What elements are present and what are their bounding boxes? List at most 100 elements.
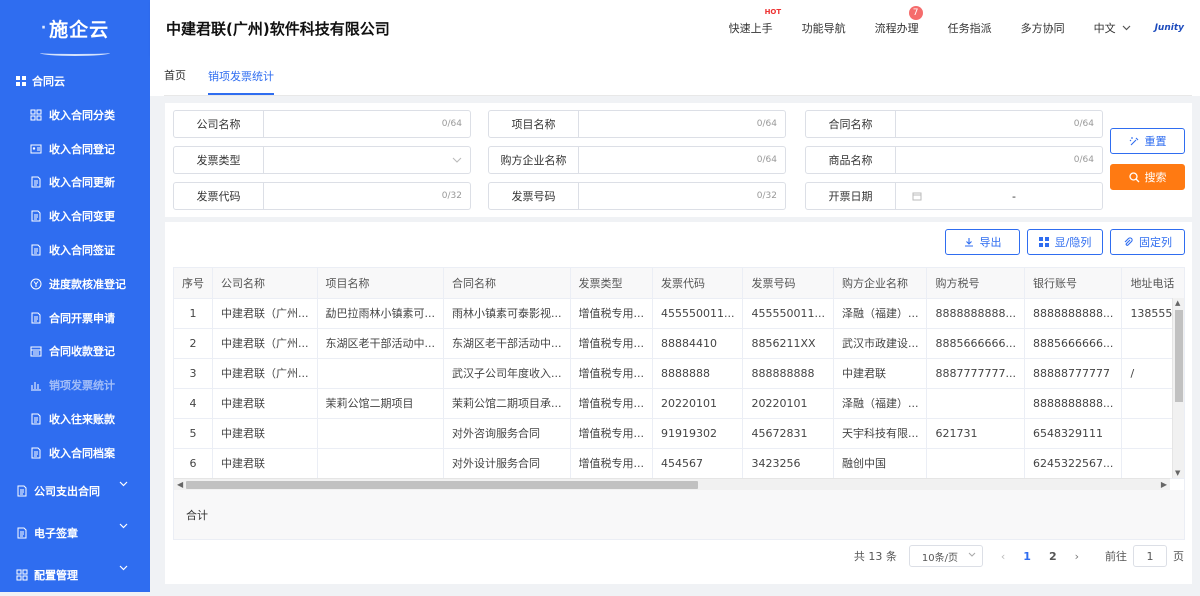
sidebar-item-label: 收入合同登记 xyxy=(49,142,115,156)
nav-process[interactable]: 流程办理 7 xyxy=(875,6,923,36)
char-counter: 0/64 xyxy=(756,119,777,129)
fix-columns-button[interactable]: 固定列 xyxy=(1110,229,1185,255)
toggle-columns-button[interactable]: 显/隐列 xyxy=(1027,229,1103,255)
page-size-select[interactable]: 10条/页 xyxy=(908,545,983,567)
sidebar-item-label: 合同开票申请 xyxy=(49,311,115,325)
column-header[interactable]: 地址电话 xyxy=(1121,268,1184,299)
search-field-2[interactable]: 合同名称 0/64 xyxy=(805,110,1103,138)
sidebar-item-0[interactable]: 收入合同分类 xyxy=(0,98,150,132)
sidebar-item-2[interactable]: 收入合同更新 xyxy=(0,166,150,200)
table-cell: 东湖区老干部活动中... xyxy=(317,328,444,359)
search-button[interactable]: 搜索 xyxy=(1110,164,1185,190)
column-header[interactable]: 发票号码 xyxy=(742,268,834,299)
goto-page-input[interactable]: 1 xyxy=(1133,545,1167,567)
search-field-4[interactable]: 购方企业名称 0/64 xyxy=(488,146,786,174)
search-field-6[interactable]: 发票代码 0/32 xyxy=(173,182,471,210)
column-header[interactable]: 合同名称 xyxy=(443,268,571,299)
hot-tag: HOT xyxy=(764,8,782,16)
horizontal-scrollbar[interactable]: ◀ ▶ xyxy=(174,478,1170,490)
table-cell: 8856211XX xyxy=(742,328,834,359)
table-cell xyxy=(926,448,1025,479)
search-field-7[interactable]: 发票号码 0/32 xyxy=(488,182,786,210)
grid-icon xyxy=(16,76,26,86)
sidebar-item-label: 收入合同档案 xyxy=(49,446,115,460)
sidebar-item-1[interactable]: 收入合同登记 xyxy=(0,132,150,166)
table-row[interactable]: 6 中建君联 对外设计服务合同 增值税专用... 454567 3423256 融创中国 62… xyxy=(174,448,1184,479)
table-row[interactable]: 1 中建君联（广州... 勐巴拉雨林小镇素可... 雨林小镇素可泰影视... 增值税专用… xyxy=(174,298,1184,329)
vertical-scrollbar[interactable]: ▲ ▼ xyxy=(1172,298,1184,478)
nav-task-assign[interactable]: 任务指派 xyxy=(948,20,992,36)
sidebar-item-8[interactable]: 销项发票统计 xyxy=(0,368,150,402)
field-label: 发票代码 xyxy=(174,183,264,209)
table-row[interactable]: 5 中建君联 对外咨询服务合同 增值税专用... 91919302 45672831 天宇科… xyxy=(174,418,1184,449)
menu-group-contract-cloud[interactable]: 合同云 xyxy=(0,64,150,98)
tab-home[interactable]: 首页 xyxy=(164,56,186,96)
table-cell: 中建君联（广州... xyxy=(212,358,318,389)
sidebar-item-9[interactable]: 收入往来账款 xyxy=(0,402,150,436)
language-select[interactable]: 中文 xyxy=(1094,20,1131,36)
chevron-down-icon xyxy=(119,481,128,487)
column-header[interactable]: 银行账号 xyxy=(1024,268,1123,299)
sidebar-item-3[interactable]: 收入合同变更 xyxy=(0,199,150,233)
column-header[interactable]: 购方企业名称 xyxy=(833,268,928,299)
search-field-3[interactable]: 发票类型 xyxy=(173,146,471,174)
column-header[interactable]: 发票类型 xyxy=(570,268,653,299)
sidebar-item-7[interactable]: 合同收款登记 xyxy=(0,335,150,369)
char-counter: 0/64 xyxy=(1073,119,1094,129)
column-header[interactable]: 序号 xyxy=(174,268,213,299)
menu-group-label: 公司支出合同 xyxy=(34,484,100,498)
char-counter: 0/32 xyxy=(441,191,462,201)
page-2[interactable]: 2 xyxy=(1049,550,1057,563)
logo-swoosh xyxy=(40,50,110,56)
page-1[interactable]: 1 xyxy=(1023,550,1031,563)
field-label: 项目名称 xyxy=(489,111,579,137)
field-input[interactable]: 0/64 xyxy=(896,111,1102,137)
brush-icon xyxy=(1129,136,1138,145)
nav-function-guide[interactable]: 功能导航 xyxy=(802,20,846,36)
search-field-1[interactable]: 项目名称 0/64 xyxy=(488,110,786,138)
table-row[interactable]: 4 中建君联 茉莉公馆二期项目 茉莉公馆二期项目承... 增值税专用... 2022010… xyxy=(174,388,1184,419)
menu-group-2[interactable]: 配置管理 xyxy=(0,554,150,596)
table-cell: 2 xyxy=(174,328,213,359)
table-row[interactable]: 2 中建君联（广州... 东湖区老干部活动中... 东湖区老干部活动中... 增值税专用… xyxy=(174,328,1184,359)
reset-button[interactable]: 重置 xyxy=(1110,128,1185,154)
invoice-table: 序号 公司名称 项目名称 合同名称 发票类型 发票代码 发票号码 购方企业名称 购方税号 银行账号… xyxy=(173,267,1185,540)
tab-invoice-stats[interactable]: 销项发票统计 xyxy=(208,57,274,95)
prev-page-button[interactable]: ‹ xyxy=(1001,550,1005,563)
column-header[interactable]: 项目名称 xyxy=(317,268,444,299)
search-field-5[interactable]: 商品名称 0/64 xyxy=(805,146,1103,174)
export-button[interactable]: 导出 xyxy=(945,229,1020,255)
sidebar-item-6[interactable]: 合同开票申请 xyxy=(0,301,150,335)
chevron-down-icon xyxy=(968,552,976,557)
field-input[interactable]: 0/64 xyxy=(579,111,785,137)
sidebar-item-4[interactable]: 收入合同签证 xyxy=(0,233,150,267)
doc-icon xyxy=(31,312,41,324)
search-field-8[interactable]: 开票日期 - xyxy=(805,182,1103,210)
column-header[interactable]: 发票代码 xyxy=(652,268,744,299)
menu-group-1[interactable]: 电子签章 xyxy=(0,512,150,554)
chevron-down-icon xyxy=(119,565,128,571)
column-header[interactable]: 购方税号 xyxy=(926,268,1025,299)
table-row[interactable]: 3 中建君联（广州... 武汉子公司年度收入... 增值税专用... 8888888 88… xyxy=(174,358,1184,389)
sidebar-item-5[interactable]: 进度款核准登记 xyxy=(0,267,150,301)
table-cell xyxy=(317,358,444,389)
nav-collaboration[interactable]: 多方协同 xyxy=(1021,20,1065,36)
table-cell: 3423256 xyxy=(742,448,834,479)
column-header[interactable]: 公司名称 xyxy=(212,268,318,299)
table-cell xyxy=(317,418,444,449)
field-input[interactable]: 0/32 xyxy=(579,183,785,209)
field-input[interactable]: 0/64 xyxy=(579,147,785,173)
next-page-button[interactable]: › xyxy=(1075,550,1079,563)
field-input[interactable]: 0/64 xyxy=(896,147,1102,173)
doc-edit-icon xyxy=(31,176,41,188)
search-field-0[interactable]: 公司名称 0/64 xyxy=(173,110,471,138)
archive-icon xyxy=(31,447,41,459)
menu-group-0[interactable]: 公司支出合同 xyxy=(0,470,150,512)
grid-icon xyxy=(30,109,42,121)
sidebar-item-10[interactable]: 收入合同档案 xyxy=(0,436,150,470)
field-input[interactable]: 0/64 xyxy=(264,111,470,137)
nav-quick-start[interactable]: 快速上手 HOT xyxy=(729,8,782,36)
field-input[interactable] xyxy=(264,147,470,173)
field-input[interactable]: - xyxy=(896,183,1102,209)
field-input[interactable]: 0/32 xyxy=(264,183,470,209)
